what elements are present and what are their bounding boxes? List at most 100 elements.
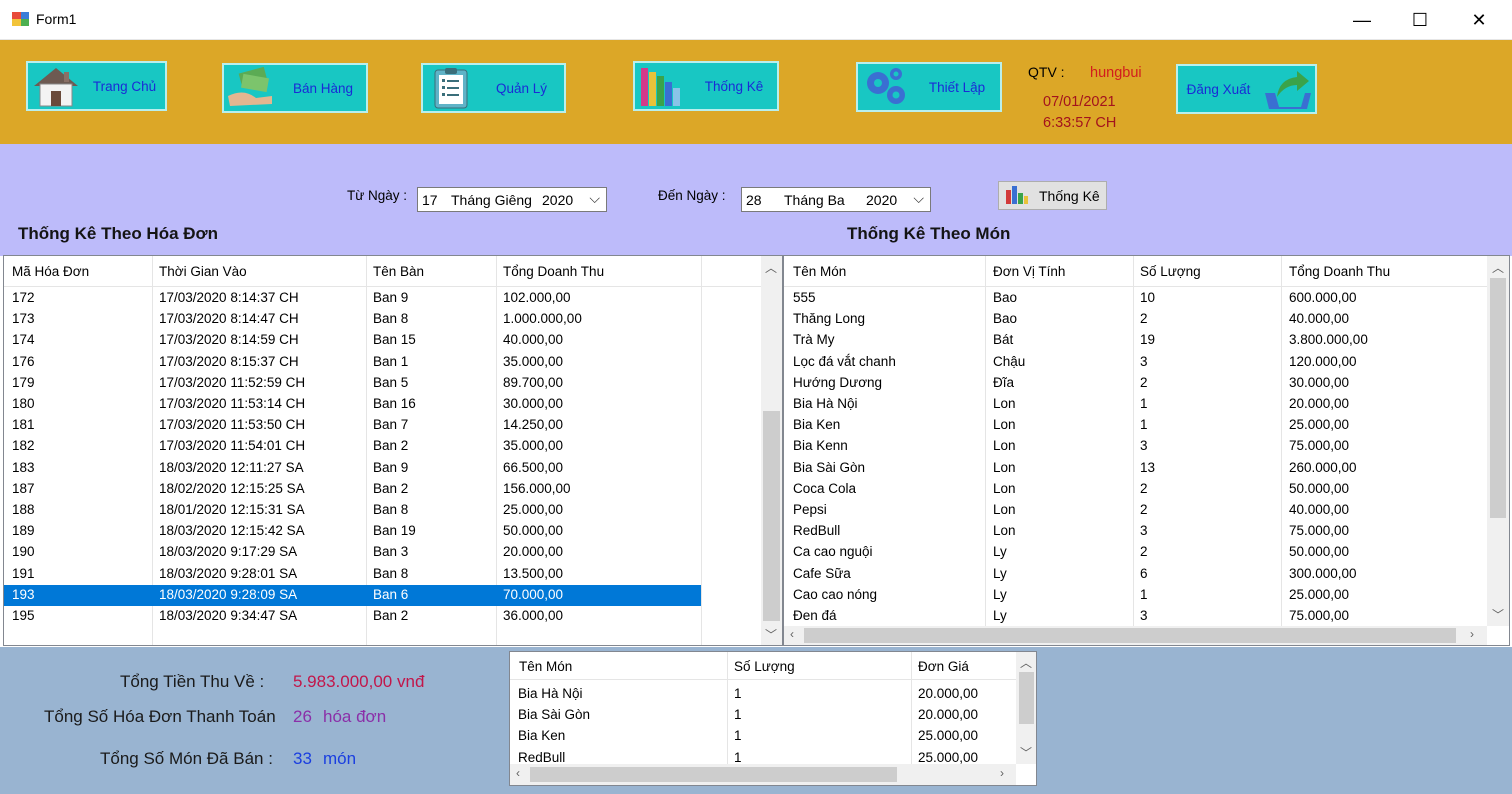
from-date-label: Từ Ngày :: [347, 188, 408, 203]
invoice-row[interactable]: 176 17/03/2020 8:15:37 CH Ban 1 35.000,00: [4, 352, 701, 373]
item-row[interactable]: Thăng Long Bao 2 40.000,00: [784, 309, 1487, 330]
column-header[interactable]: Thời Gian Vào: [159, 264, 247, 279]
column-header[interactable]: Số Lượng: [734, 659, 795, 674]
column-header[interactable]: Tên Bàn: [373, 264, 424, 279]
invoice-row[interactable]: 174 17/03/2020 8:14:59 CH Ban 15 40.000,00: [4, 330, 701, 351]
chevron-down-icon[interactable]: ﹀: [765, 626, 777, 643]
chevron-right-icon[interactable]: ›: [1470, 627, 1474, 641]
invoice-row[interactable]: 188 18/01/2020 12:15:31 SA Ban 8 25.000,00: [4, 500, 701, 521]
item-row[interactable]: Ca cao nguội Ly 2 50.000,00: [784, 542, 1487, 563]
nav-button-home[interactable]: Trang Chủ: [26, 61, 167, 111]
table-cell: 3: [1140, 353, 1148, 369]
nav-button-manage[interactable]: Quản Lý: [421, 63, 566, 113]
invoice-detail-grid[interactable]: Tên Món Số Lượng Đơn Giá Bia Hà Nội 1 20.0…: [509, 651, 1037, 786]
item-horizontal-scrollbar[interactable]: ‹ ›: [784, 626, 1487, 645]
column-header[interactable]: Tên Món: [519, 659, 572, 674]
item-row[interactable]: RedBull Lon 3 75.000,00: [784, 521, 1487, 542]
scroll-thumb[interactable]: [1490, 278, 1506, 518]
item-row[interactable]: Lọc đá vắt chanh Chậu 3 120.000,00: [784, 352, 1487, 373]
invoice-row[interactable]: 187 18/02/2020 12:15:25 SA Ban 2 156.000,00: [4, 479, 701, 500]
item-section-title: Thống Kê Theo Món: [847, 224, 1011, 243]
table-cell: 14.250,00: [503, 417, 564, 433]
scroll-thumb[interactable]: [804, 628, 1456, 643]
table-cell: 3: [1140, 438, 1148, 454]
column-header[interactable]: Đơn Giá: [918, 659, 969, 674]
invoice-row[interactable]: 195 18/03/2020 9:34:47 SA Ban 2 36.000,00: [4, 606, 701, 627]
column-header[interactable]: Mã Hóa Đơn: [12, 264, 89, 279]
table-cell: Ly: [993, 608, 1007, 623]
invoice-row[interactable]: 181 17/03/2020 11:53:50 CH Ban 7 14.250,00: [4, 415, 701, 436]
item-row[interactable]: Cafe Sữa Ly 6 300.000,00: [784, 564, 1487, 585]
invoice-row[interactable]: 182 17/03/2020 11:54:01 CH Ban 2 35.000,00: [4, 436, 701, 457]
invoice-row[interactable]: 191 18/03/2020 9:28:01 SA Ban 8 13.500,00: [4, 564, 701, 585]
invoice-row[interactable]: 193 18/03/2020 9:28:09 SA Ban 6 70.000,00: [4, 584, 701, 606]
nav-button-statistics[interactable]: Thống Kê: [633, 61, 779, 111]
invoice-row[interactable]: 180 17/03/2020 11:53:14 CH Ban 16 30.000,00: [4, 394, 701, 415]
item-row[interactable]: Trà My Bát 19 3.800.000,00: [784, 330, 1487, 351]
item-row[interactable]: Đen đá Ly 3 75.000,00: [784, 606, 1487, 627]
invoice-grid[interactable]: Mã Hóa Đơn Thời Gian Vào Tên Bàn Tổng Do…: [3, 255, 783, 646]
chevron-down-icon[interactable]: ⌵: [589, 190, 600, 207]
item-count-unit: món: [323, 749, 357, 768]
table-cell: Coca Cola: [793, 480, 857, 496]
item-row[interactable]: Pepsi Lon 2 40.000,00: [784, 500, 1487, 521]
invoice-row[interactable]: 183 18/03/2020 12:11:27 SA Ban 9 66.500,00: [4, 458, 701, 479]
item-row[interactable]: Bia Ken Lon 1 25.000,00: [784, 415, 1487, 436]
invoice-row[interactable]: 189 18/03/2020 12:15:42 SA Ban 19 50.000,00: [4, 521, 701, 542]
item-row[interactable]: Cao cao nóng Ly 1 25.000,00: [784, 585, 1487, 606]
chevron-left-icon[interactable]: ‹: [790, 627, 794, 641]
invoice-row[interactable]: 190 18/03/2020 9:17:29 SA Ban 3 20.000,00: [4, 542, 701, 563]
statistics-button[interactable]: Thống Kê: [998, 181, 1107, 210]
maximize-button[interactable]: ☐: [1391, 0, 1449, 40]
item-count-value: 33: [293, 749, 312, 768]
item-grid[interactable]: Tên Món Đơn Vị Tính Số Lượng Tổng Doanh …: [783, 255, 1510, 646]
nav-label: Thiết Lập: [928, 79, 986, 95]
item-row[interactable]: Bia Sài Gòn Lon 13 260.000,00: [784, 458, 1487, 479]
chevron-up-icon[interactable]: ︿: [1492, 259, 1504, 276]
table-cell: 1: [1140, 417, 1148, 433]
column-header[interactable]: Tên Món: [793, 264, 846, 279]
chevron-down-icon[interactable]: ⌵: [913, 190, 924, 207]
chevron-up-icon[interactable]: ︿: [765, 259, 777, 276]
from-date-picker[interactable]: 17 Tháng Giêng 2020 ⌵: [417, 187, 607, 212]
column-header[interactable]: Tổng Doanh Thu: [1289, 264, 1390, 279]
minimize-button[interactable]: —: [1333, 0, 1391, 40]
chevron-right-icon[interactable]: ›: [1000, 766, 1004, 780]
column-header[interactable]: Tổng Doanh Thu: [503, 264, 604, 279]
chevron-down-icon[interactable]: ﹀: [1492, 606, 1504, 623]
chevron-up-icon[interactable]: ︿: [1020, 654, 1032, 671]
detail-row[interactable]: Bia Sài Gòn 1 20.000,00: [510, 705, 1016, 726]
close-button[interactable]: ✕: [1450, 0, 1508, 40]
detail-vertical-scrollbar[interactable]: ︿ ﹀: [1016, 652, 1036, 764]
invoice-vertical-scrollbar[interactable]: ︿ ﹀: [761, 256, 782, 645]
table-cell: Cafe Sữa: [793, 565, 851, 581]
item-row[interactable]: Bia Kenn Lon 3 75.000,00: [784, 436, 1487, 457]
invoice-row[interactable]: 173 17/03/2020 8:14:47 CH Ban 8 1.000.000,0…: [4, 309, 701, 330]
item-row[interactable]: Coca Cola Lon 2 50.000,00: [784, 479, 1487, 500]
item-vertical-scrollbar[interactable]: ︿ ﹀: [1487, 256, 1509, 626]
nav-button-settings[interactable]: Thiết Lập: [856, 62, 1002, 112]
detail-horizontal-scrollbar[interactable]: ‹ ›: [510, 764, 1016, 785]
table-cell: 75.000,00: [1289, 438, 1350, 454]
item-count-label: Tổng Số Món Đã Bán :: [100, 749, 273, 768]
chevron-left-icon[interactable]: ‹: [516, 766, 520, 780]
scroll-thumb[interactable]: [763, 411, 780, 621]
nav-button-sales[interactable]: Bán Hàng: [222, 63, 368, 113]
to-date-picker[interactable]: 28 Tháng Ba 2020 ⌵: [741, 187, 931, 212]
item-row[interactable]: 555 Bao 10 600.000,00: [784, 288, 1487, 309]
table-cell: 66.500,00: [503, 459, 564, 475]
chevron-down-icon[interactable]: ﹀: [1020, 744, 1032, 761]
scroll-thumb[interactable]: [530, 767, 897, 782]
logout-button[interactable]: Đăng Xuất: [1176, 64, 1317, 114]
column-header[interactable]: Số Lượng: [1140, 264, 1201, 279]
column-header[interactable]: Đơn Vị Tính: [993, 264, 1065, 279]
table-cell: 18/02/2020 12:15:25 SA: [159, 480, 305, 496]
item-row[interactable]: Hướng Dương Đĩa 2 30.000,00: [784, 373, 1487, 394]
invoice-row[interactable]: 172 17/03/2020 8:14:37 CH Ban 9 102.000,00: [4, 288, 701, 309]
invoice-row[interactable]: 179 17/03/2020 11:52:59 CH Ban 5 89.700,00: [4, 373, 701, 394]
detail-row[interactable]: Bia Hà Nội 1 20.000,00: [510, 684, 1016, 705]
item-row[interactable]: Bia Hà Nội Lon 1 20.000,00: [784, 394, 1487, 415]
table-cell: 18/03/2020 12:15:42 SA: [159, 523, 305, 539]
detail-row[interactable]: Bia Ken 1 25.000,00: [510, 726, 1016, 747]
scroll-thumb[interactable]: [1019, 672, 1034, 724]
